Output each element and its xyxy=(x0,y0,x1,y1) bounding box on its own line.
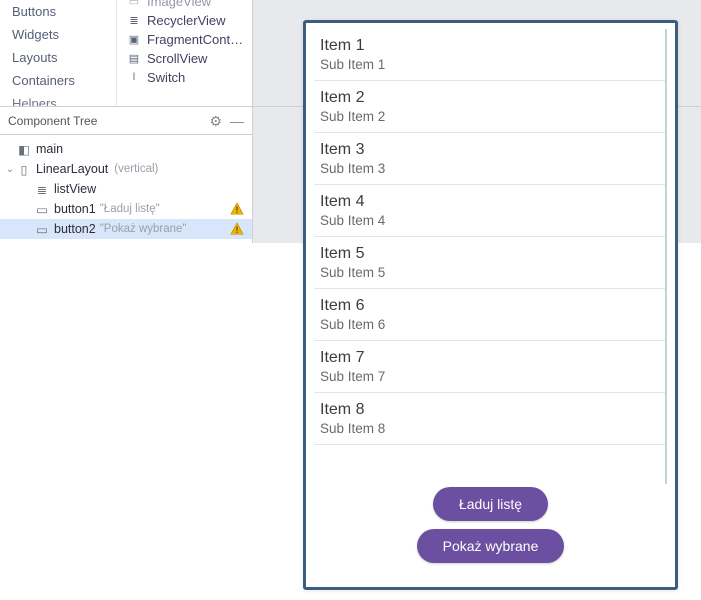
palette-items: ▭ ImageView ≣ RecyclerView ▣ FragmentCon… xyxy=(117,0,252,106)
device-preview: Item 1 Sub Item 1 Item 2 Sub Item 2 Item… xyxy=(303,20,678,590)
tree-node-text: "Pokaż wybrane" xyxy=(100,223,187,235)
palette-category-layouts[interactable]: Layouts xyxy=(0,46,116,69)
list-item-sub: Sub Item 7 xyxy=(320,369,659,384)
linearlayout-icon: ▯ xyxy=(16,162,32,177)
tree-node-listview[interactable]: ≣ listView xyxy=(0,179,252,199)
palette-item-recyclerview[interactable]: ≣ RecyclerView xyxy=(123,11,252,30)
tree-node-button1[interactable]: ▭ button1 "Ładuj listę" xyxy=(0,199,252,219)
component-tree-title: Component Tree xyxy=(8,114,97,128)
tree-node-label: listView xyxy=(54,182,96,196)
list-item-title: Item 2 xyxy=(320,89,659,107)
tree-node-button2[interactable]: ▭ button2 "Pokaż wybrane" xyxy=(0,219,252,239)
palette-categories: Buttons Widgets Layouts Containers Helpe… xyxy=(0,0,117,106)
tree-node-text: "Ładuj listę" xyxy=(100,203,160,215)
list-item[interactable]: Item 6 Sub Item 6 xyxy=(314,289,665,341)
caret-down-icon[interactable]: ⌄ xyxy=(4,164,16,175)
fragment-icon: ▣ xyxy=(127,33,141,47)
palette-category-widgets[interactable]: Widgets xyxy=(0,23,116,46)
tree-node-label: button1 xyxy=(54,202,96,216)
list-item-sub: Sub Item 4 xyxy=(320,213,659,228)
palette-category-buttons[interactable]: Buttons xyxy=(0,0,116,23)
imageview-icon: ▭ xyxy=(127,0,141,9)
list-item[interactable]: Item 7 Sub Item 7 xyxy=(314,341,665,393)
tree-node-linearlayout[interactable]: ⌄ ▯ LinearLayout (vertical) xyxy=(0,159,252,179)
list-item-sub: Sub Item 3 xyxy=(320,161,659,176)
list-item-sub: Sub Item 1 xyxy=(320,57,659,72)
palette-item-label: FragmentContai… xyxy=(147,32,248,47)
warning-icon[interactable] xyxy=(230,222,244,236)
layout-root-icon: ◧ xyxy=(16,142,32,157)
preview-buttons: Ładuj listę Pokaż wybrane xyxy=(308,487,673,563)
palette-item-imageview[interactable]: ▭ ImageView xyxy=(123,0,252,11)
list-item-title: Item 6 xyxy=(320,297,659,315)
palette-item-scrollview[interactable]: ▤ ScrollView xyxy=(123,49,252,68)
scrollview-icon: ▤ xyxy=(127,52,141,66)
show-selected-button[interactable]: Pokaż wybrane xyxy=(417,529,565,563)
palette-category-containers[interactable]: Containers xyxy=(0,69,116,92)
list-item-sub: Sub Item 6 xyxy=(320,317,659,332)
switch-icon: ⏽ xyxy=(127,71,141,85)
list-item-title: Item 3 xyxy=(320,141,659,159)
tree-node-hint: (vertical) xyxy=(114,163,158,175)
button-icon: ▭ xyxy=(34,202,50,217)
list-item-sub: Sub Item 8 xyxy=(320,421,659,436)
palette-item-label: RecyclerView xyxy=(147,13,248,28)
list-item-title: Item 5 xyxy=(320,245,659,263)
gear-icon[interactable]: ⚙ xyxy=(209,114,222,128)
list-item-title: Item 1 xyxy=(320,37,659,55)
component-tree-header: Component Tree ⚙ — xyxy=(0,107,252,135)
palette-item-label: ImageView xyxy=(147,0,248,9)
tree-node-label: LinearLayout xyxy=(36,162,108,176)
tree-node-main[interactable]: ◧ main xyxy=(0,139,252,159)
tree-node-label: button2 xyxy=(54,222,96,236)
preview-listview[interactable]: Item 1 Sub Item 1 Item 2 Sub Item 2 Item… xyxy=(314,29,667,484)
list-item-sub: Sub Item 5 xyxy=(320,265,659,280)
component-tree[interactable]: ◧ main ⌄ ▯ LinearLayout (vertical) ≣ lis… xyxy=(0,135,252,243)
list-item-title: Item 8 xyxy=(320,401,659,419)
list-item-sub: Sub Item 2 xyxy=(320,109,659,124)
list-item-title: Item 4 xyxy=(320,193,659,211)
palette-item-fragmentcontainer[interactable]: ▣ FragmentContai… xyxy=(123,30,252,49)
palette-item-switch[interactable]: ⏽ Switch xyxy=(123,68,252,87)
list-item[interactable]: Item 4 Sub Item 4 xyxy=(314,185,665,237)
palette-category-helpers[interactable]: Helpers xyxy=(0,92,116,106)
list-item-title: Item 7 xyxy=(320,349,659,367)
recyclerview-icon: ≣ xyxy=(127,14,141,28)
warning-icon[interactable] xyxy=(230,202,244,216)
list-item[interactable]: Item 8 Sub Item 8 xyxy=(314,393,665,445)
list-item[interactable]: Item 3 Sub Item 3 xyxy=(314,133,665,185)
tree-node-label: main xyxy=(36,142,63,156)
component-tree-panel: Component Tree ⚙ — ◧ main ⌄ ▯ LinearLayo… xyxy=(0,107,253,243)
palette-item-label: ScrollView xyxy=(147,51,248,66)
list-item[interactable]: Item 2 Sub Item 2 xyxy=(314,81,665,133)
listview-icon: ≣ xyxy=(34,182,50,197)
load-list-button[interactable]: Ładuj listę xyxy=(433,487,548,521)
list-item[interactable]: Item 1 Sub Item 1 xyxy=(314,29,665,81)
palette-item-label: Switch xyxy=(147,70,248,85)
button-icon: ▭ xyxy=(34,222,50,237)
list-item[interactable]: Item 5 Sub Item 5 xyxy=(314,237,665,289)
minimize-icon[interactable]: — xyxy=(230,114,244,128)
